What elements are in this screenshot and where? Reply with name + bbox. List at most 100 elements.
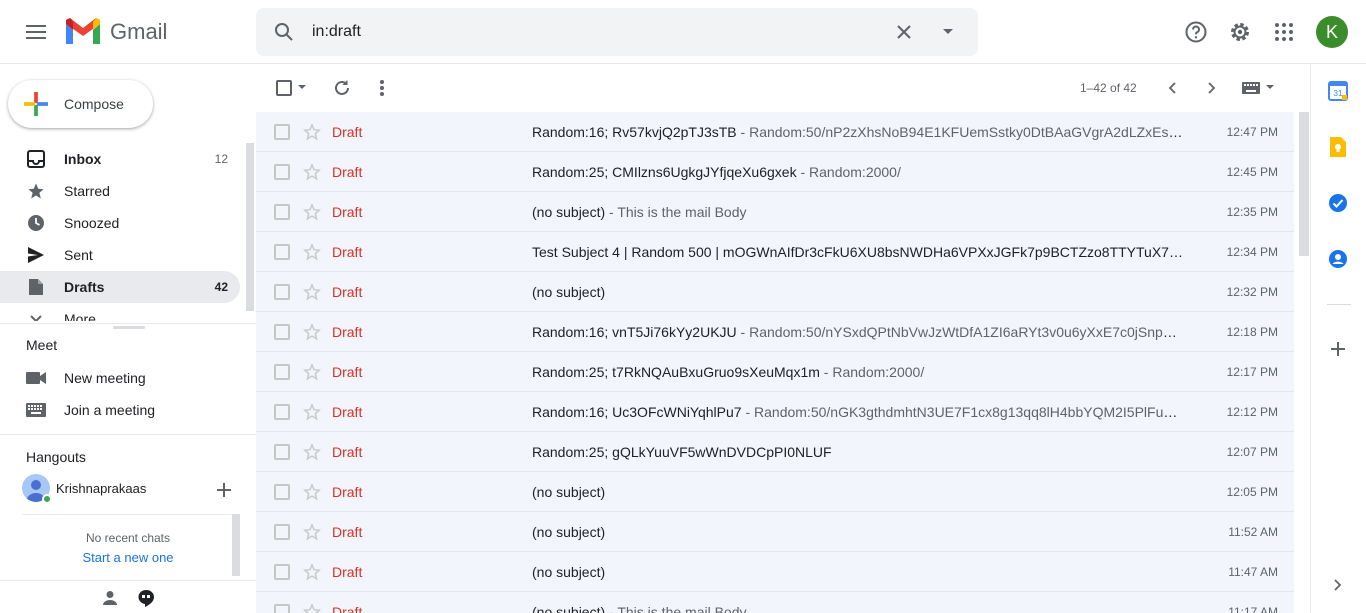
star-icon: [26, 181, 46, 201]
star-icon[interactable]: [302, 522, 322, 542]
sidebar-scrollbar[interactable]: [246, 143, 254, 311]
no-recent-chats-text: No recent chats: [85, 531, 171, 545]
get-addons-button[interactable]: [1327, 338, 1349, 360]
contacts-tab[interactable]: [99, 587, 121, 609]
sidebar-item-starred[interactable]: Starred: [0, 175, 240, 207]
email-row[interactable]: Draft Random:25; CMIlzns6UgkgJYfjqeXu6gxe…: [256, 152, 1294, 192]
email-row[interactable]: Draft Random:25; t7RkNQAuBxuGruo9sXeuMqx1…: [256, 352, 1294, 392]
select-all-checkbox[interactable]: [274, 76, 308, 100]
contacts-app-button[interactable]: [1327, 248, 1349, 270]
compose-button[interactable]: Compose: [8, 80, 153, 128]
keep-app-button[interactable]: [1327, 136, 1349, 158]
main-menu-button[interactable]: [14, 10, 58, 54]
row-checkbox[interactable]: [274, 164, 290, 180]
email-row[interactable]: Draft Random:16; Uc3OFcWNiYqhlPu7 - Rando…: [256, 392, 1294, 432]
email-row[interactable]: Draft Random:16; Rv57kvjQ2pTJ3sTB - Rando…: [256, 112, 1294, 152]
email-row[interactable]: Draft (no subject) - This is the mail Bod…: [256, 192, 1294, 232]
subject-line: (no subject) - This is the mail Body: [532, 604, 1184, 613]
draft-icon: [26, 277, 46, 297]
email-row[interactable]: Draft Random:25; gQLkYuuVF5wWnDVDCpPI0NLU…: [256, 432, 1294, 472]
timestamp: 12:47 PM: [1226, 125, 1278, 139]
calendar-app-button[interactable]: 31: [1327, 80, 1349, 102]
star-icon[interactable]: [302, 602, 322, 613]
email-row[interactable]: Draft (no subject) 11:52 AM: [256, 512, 1294, 552]
join-meeting-button[interactable]: Join a meeting: [0, 394, 256, 426]
search-options-button[interactable]: [932, 16, 964, 48]
row-checkbox[interactable]: [274, 524, 290, 540]
email-row[interactable]: Draft Test Subject 4 | Random 500 | mOGWn…: [256, 232, 1294, 272]
search-input[interactable]: [312, 20, 872, 44]
sidebar-item-more[interactable]: More: [0, 303, 240, 321]
keep-icon: [1330, 137, 1346, 157]
email-row[interactable]: Draft (no subject) 12:32 PM: [256, 272, 1294, 312]
older-button[interactable]: [1202, 76, 1222, 100]
newer-button[interactable]: [1162, 76, 1182, 100]
more-actions-button[interactable]: [372, 76, 392, 100]
row-checkbox[interactable]: [274, 284, 290, 300]
tasks-app-button[interactable]: [1327, 192, 1349, 214]
show-side-panel-button[interactable]: [1327, 574, 1349, 596]
checkbox-icon: [276, 80, 292, 96]
star-icon[interactable]: [302, 162, 322, 182]
search-icon[interactable]: [268, 16, 300, 48]
clock-icon: [26, 213, 46, 233]
hangouts-scrollbar[interactable]: [232, 514, 240, 576]
email-row[interactable]: Draft (no subject) 12:05 PM: [256, 472, 1294, 512]
sender-label: Draft: [332, 524, 363, 540]
star-icon[interactable]: [302, 202, 322, 222]
new-meeting-button[interactable]: New meeting: [0, 362, 256, 394]
row-checkbox[interactable]: [274, 204, 290, 220]
row-checkbox[interactable]: [274, 324, 290, 340]
row-checkbox[interactable]: [274, 564, 290, 580]
sidebar-nav: Inbox 12 Starred Snoozed Sent Drafts 42 …: [0, 143, 256, 321]
row-checkbox[interactable]: [274, 124, 290, 140]
sidebar-item-inbox[interactable]: Inbox 12: [0, 143, 240, 175]
caret-down-icon: [298, 85, 306, 89]
row-checkbox[interactable]: [274, 604, 290, 613]
input-tools-button[interactable]: [1238, 76, 1278, 100]
star-icon[interactable]: [302, 362, 322, 382]
subject-text: (no subject): [532, 484, 606, 500]
star-icon[interactable]: [302, 282, 322, 302]
star-icon[interactable]: [302, 562, 322, 582]
sidebar-item-drafts[interactable]: Drafts 42: [0, 271, 240, 303]
more-vert-icon: [380, 80, 384, 96]
star-icon[interactable]: [302, 442, 322, 462]
timestamp: 12:34 PM: [1226, 245, 1278, 259]
help-button[interactable]: [1176, 12, 1216, 52]
email-row[interactable]: Draft (no subject) - This is the mail Bod…: [256, 592, 1294, 613]
row-checkbox[interactable]: [274, 404, 290, 420]
sidebar-item-sent[interactable]: Sent: [0, 239, 240, 271]
sidebar-item-snoozed[interactable]: Snoozed: [0, 207, 240, 239]
settings-button[interactable]: [1220, 12, 1260, 52]
row-checkbox[interactable]: [274, 244, 290, 260]
add-chat-button[interactable]: [214, 480, 234, 500]
start-new-chat-link[interactable]: Start a new one: [22, 550, 234, 565]
account-avatar[interactable]: K: [1316, 16, 1348, 48]
timestamp: 12:32 PM: [1226, 285, 1278, 299]
videocam-icon: [26, 368, 46, 388]
sender-label: Draft: [332, 444, 363, 460]
email-row[interactable]: Draft (no subject) 11:47 AM: [256, 552, 1294, 592]
resize-handle[interactable]: [113, 326, 145, 329]
star-icon[interactable]: [302, 482, 322, 502]
clear-search-button[interactable]: [888, 16, 920, 48]
refresh-button[interactable]: [332, 76, 352, 100]
star-icon[interactable]: [302, 322, 322, 342]
plus-icon: [1331, 342, 1345, 356]
subject-line: Random:16; vnT5Ji76kYy2UKJU - Random:50/…: [532, 324, 1184, 340]
star-icon[interactable]: [302, 122, 322, 142]
subject-text: Random:25; gQLkYuuVF5wWnDVDCpPI0NLUF: [532, 444, 832, 460]
row-checkbox[interactable]: [274, 444, 290, 460]
email-row[interactable]: Draft Random:16; vnT5Ji76kYy2UKJU - Rando…: [256, 312, 1294, 352]
gmail-logo[interactable]: Gmail: [64, 16, 167, 48]
star-icon[interactable]: [302, 242, 322, 262]
apps-button[interactable]: [1264, 12, 1304, 52]
meet-title: Meet: [26, 337, 58, 353]
main-scrollbar[interactable]: [1299, 112, 1309, 256]
hangouts-tab[interactable]: [135, 587, 157, 609]
row-checkbox[interactable]: [274, 484, 290, 500]
hangouts-user[interactable]: Krishnaprakaas: [22, 474, 252, 506]
star-icon[interactable]: [302, 402, 322, 422]
row-checkbox[interactable]: [274, 364, 290, 380]
